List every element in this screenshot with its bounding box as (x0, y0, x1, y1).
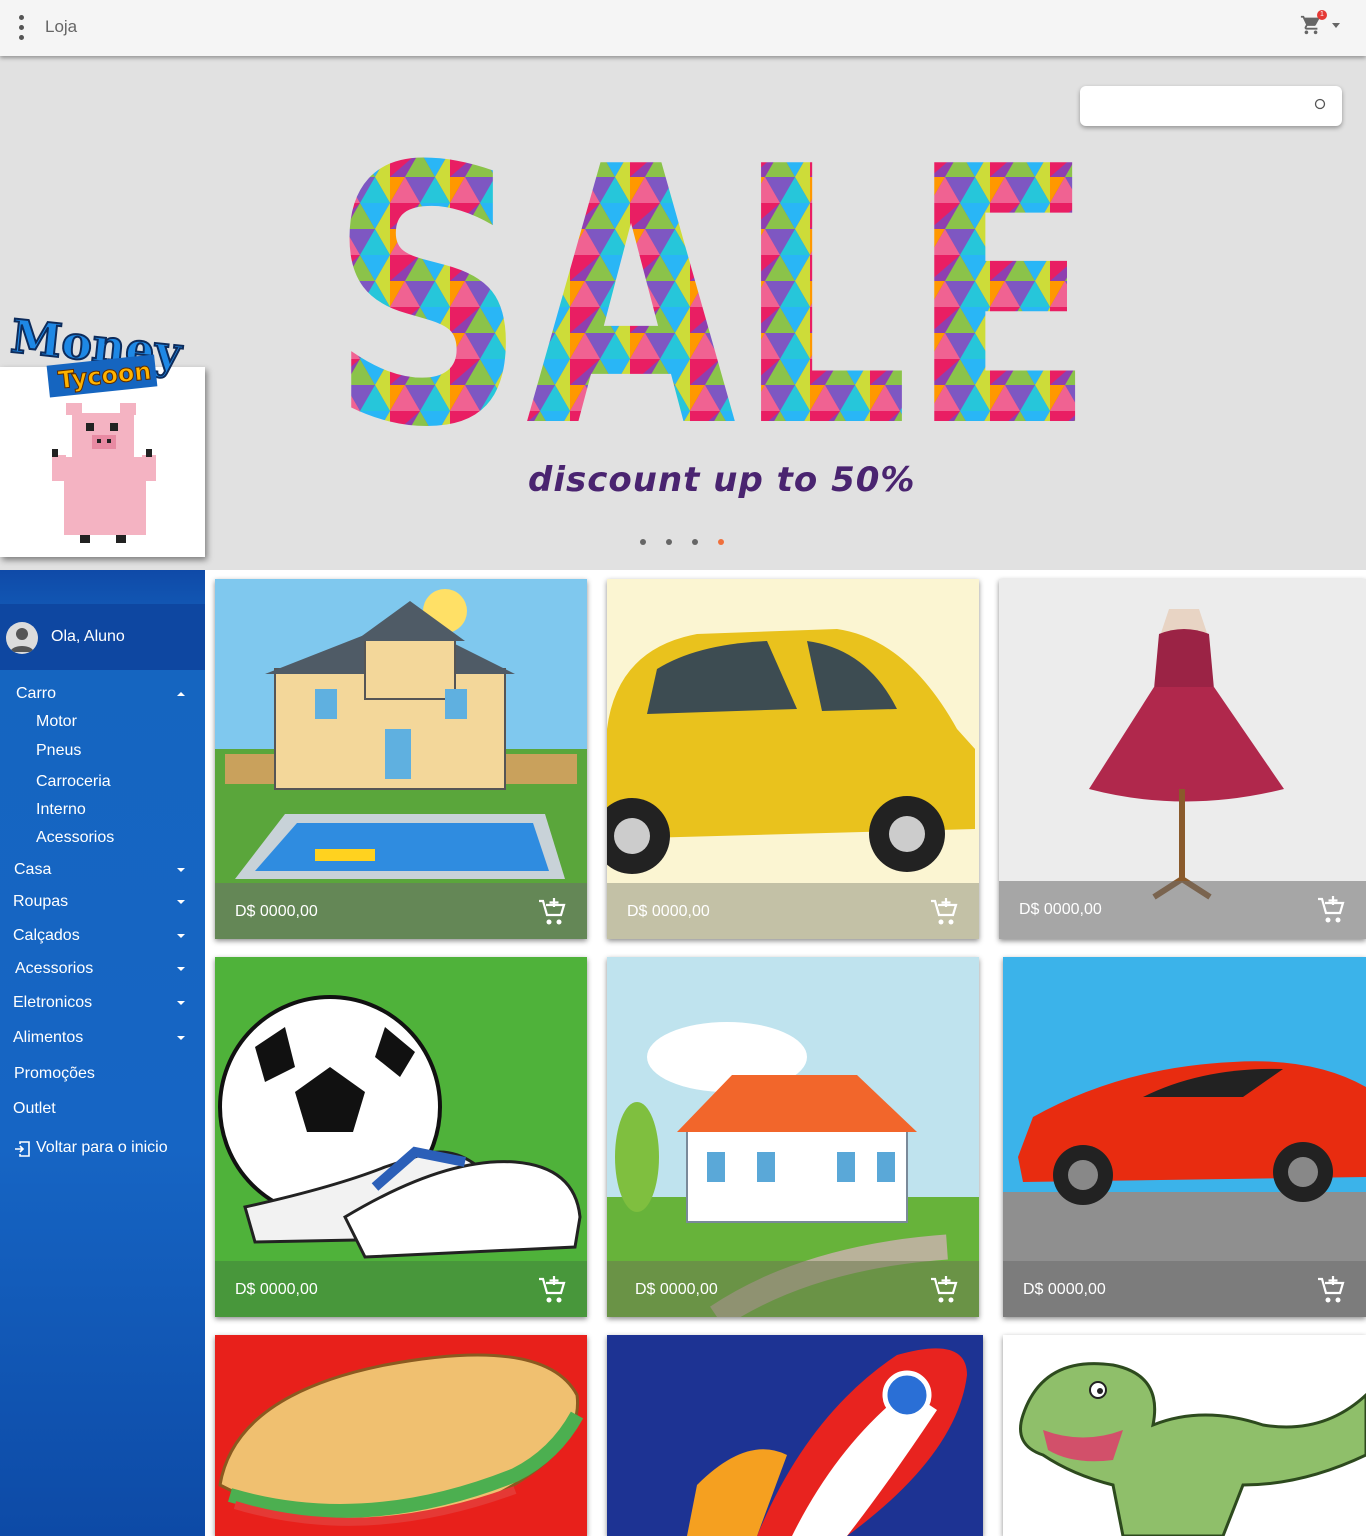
product-price: D$ 0000,00 (635, 1281, 718, 1298)
price-bar: D$ 0000,00 (607, 883, 979, 939)
chevron-down-icon[interactable] (1332, 23, 1340, 28)
carousel-dot-active[interactable] (718, 539, 724, 545)
category-carro[interactable]: Carro (0, 680, 205, 708)
add-to-cart-icon[interactable] (537, 1275, 569, 1305)
product-card[interactable]: D$ 0000,00 (215, 579, 587, 939)
chevron-down-icon (177, 1001, 185, 1005)
product-price: D$ 0000,00 (627, 903, 710, 920)
category-acessorios[interactable]: Acessorios (0, 955, 205, 983)
exit-icon (15, 1141, 30, 1157)
product-card[interactable]: D$ 0000,00 (215, 957, 587, 1317)
category-outlet[interactable]: Outlet (0, 1095, 205, 1123)
chevron-up-icon (177, 692, 185, 696)
dinosaur-image (1003, 1335, 1366, 1536)
category-eletronicos[interactable]: Eletronicos (0, 989, 205, 1017)
chevron-down-icon (177, 967, 185, 971)
chevron-down-icon (177, 1036, 185, 1040)
chevron-down-icon (177, 934, 185, 938)
subcategory-pneus[interactable]: Pneus (0, 737, 205, 765)
subcategory-acessorios[interactable]: Acessorios (0, 824, 205, 852)
category-casa[interactable]: Casa (0, 856, 205, 884)
add-to-cart-icon[interactable] (537, 897, 569, 927)
cart-count-badge: 1 (1317, 10, 1327, 20)
carousel-dot[interactable] (692, 539, 698, 545)
chevron-down-icon (177, 900, 185, 904)
user-greeting: Ola, Aluno (51, 628, 125, 645)
product-card[interactable]: D$ 0000,00 (607, 957, 979, 1317)
app-title: Loja (45, 17, 78, 36)
product-card[interactable] (607, 1335, 983, 1536)
add-to-cart-icon[interactable] (929, 897, 961, 927)
price-bar: D$ 0000,00 (607, 1261, 979, 1317)
price-bar: D$ 0000,00 (215, 1261, 587, 1317)
search-input[interactable] (1090, 94, 1305, 118)
product-card[interactable] (215, 1335, 587, 1536)
search-box (1080, 86, 1342, 126)
carousel-indicators (640, 532, 744, 545)
subcategory-interno[interactable]: Interno (0, 796, 205, 824)
discount-text: discount up to 50% (528, 460, 916, 500)
product-card[interactable]: D$ 0000,00 (607, 579, 979, 939)
product-price: D$ 0000,00 (235, 1281, 318, 1298)
price-bar: D$ 0000,00 (999, 881, 1366, 939)
top-app-bar: Loja 1 (0, 0, 1366, 56)
product-card[interactable]: D$ 0000,00 (1003, 957, 1366, 1317)
product-price: D$ 0000,00 (1019, 901, 1102, 918)
carousel-dot[interactable] (666, 539, 672, 545)
product-card[interactable] (1003, 1335, 1366, 1536)
price-bar: D$ 0000,00 (215, 883, 587, 939)
add-to-cart-icon[interactable] (1316, 895, 1348, 925)
price-bar: D$ 0000,00 (1003, 1261, 1366, 1317)
sale-headline-art: SALE (330, 151, 1095, 441)
product-price: D$ 0000,00 (235, 903, 318, 920)
subcategory-motor[interactable]: Motor (0, 708, 205, 736)
sale-headline: SALE (330, 151, 1095, 441)
sandwich-image (215, 1335, 587, 1536)
add-to-cart-icon[interactable] (1316, 1275, 1348, 1305)
add-to-cart-icon[interactable] (929, 1275, 961, 1305)
category-sidebar: Ola, Aluno Carro Motor Pneus Carroceria … (0, 570, 205, 1536)
search-icon[interactable] (1313, 97, 1329, 113)
more-vert-icon[interactable] (14, 12, 30, 44)
chevron-down-icon (177, 868, 185, 872)
category-calcados[interactable]: Calçados (0, 922, 205, 950)
user-profile[interactable]: Ola, Aluno (0, 604, 205, 670)
carousel-dot[interactable] (640, 539, 646, 545)
category-roupas[interactable]: Roupas (0, 888, 205, 916)
category-alimentos[interactable]: Alimentos (0, 1024, 205, 1052)
rocket-image (607, 1335, 983, 1536)
product-price: D$ 0000,00 (1023, 1281, 1106, 1298)
back-to-home-link[interactable]: Voltar para o inicio (0, 1134, 205, 1162)
category-promocoes[interactable]: Promoções (0, 1060, 205, 1088)
product-card[interactable]: D$ 0000,00 (999, 579, 1366, 939)
money-tycoon-logo: Money Tycoon (8, 312, 186, 398)
user-icon (6, 622, 38, 654)
subcategory-carroceria[interactable]: Carroceria (0, 768, 205, 796)
